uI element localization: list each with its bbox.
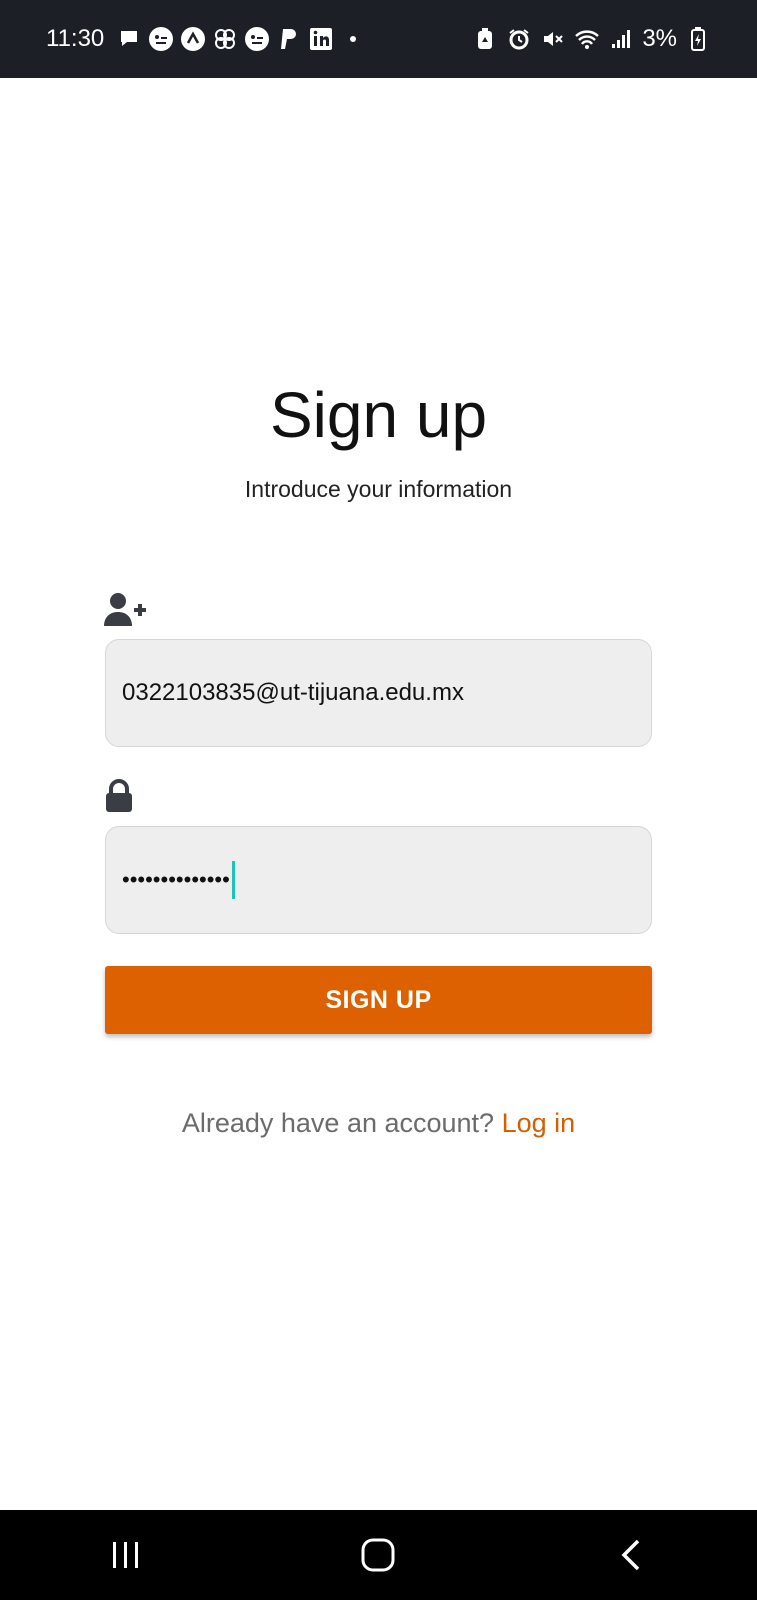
chat-icon [244, 26, 270, 52]
login-prompt: Already have an account? Log in [0, 1108, 757, 1139]
email-value: 0322103835@ut-tijuana.edu.mx [122, 679, 464, 706]
signup-button[interactable]: SIGN UP [105, 966, 652, 1034]
text-cursor [231, 861, 235, 899]
battery-icon [685, 26, 711, 52]
paypal-icon [276, 26, 302, 52]
dot-icon [340, 26, 366, 52]
lock-icon [104, 779, 148, 819]
password-field[interactable]: •••••••••••••• [105, 826, 652, 934]
message-icon [116, 26, 142, 52]
alarm-icon [506, 26, 532, 52]
email-field[interactable]: 0322103835@ut-tijuana.edu.mx [105, 639, 652, 747]
login-prompt-text: Already have an account? [181, 1108, 495, 1138]
page-title: Sign up [269, 379, 488, 451]
signal-icon [608, 26, 634, 52]
recents-icon[interactable] [96, 1525, 156, 1585]
wifi-icon [574, 26, 600, 52]
mute-icon [540, 26, 566, 52]
signup-screen: Sign up Introduce your information 03221… [0, 78, 757, 1510]
arrow-up-icon [180, 26, 206, 52]
page-subtitle: Introduce your information [244, 476, 513, 502]
login-link[interactable]: Log in [502, 1108, 576, 1138]
user-plus-icon [104, 592, 148, 632]
notification-icons [116, 26, 366, 52]
home-icon[interactable] [348, 1525, 408, 1585]
linkedin-icon [308, 26, 334, 52]
pinwheel-icon [212, 26, 238, 52]
battery-percent: 3% [642, 25, 677, 52]
status-time: 11:30 [46, 25, 105, 52]
chat-icon [148, 26, 174, 52]
status-bar: 11:30 3% [0, 0, 757, 78]
password-value: •••••••••••••• [122, 867, 230, 892]
system-icons: 3% [472, 25, 711, 53]
battery-saver-icon [472, 26, 498, 52]
back-icon[interactable] [601, 1525, 661, 1585]
navigation-bar [0, 1510, 757, 1600]
